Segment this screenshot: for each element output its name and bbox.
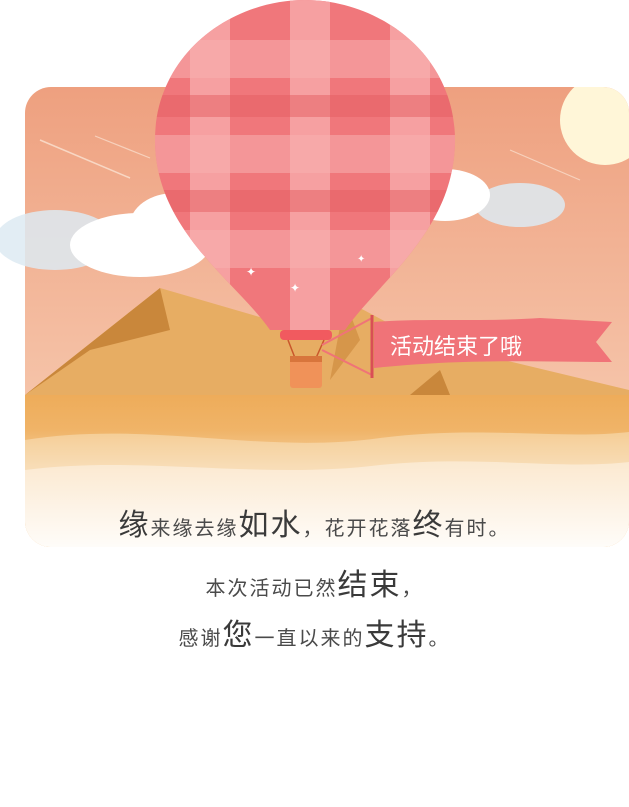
message-segment: ，花开花落 <box>302 516 413 540</box>
message-line-2: 本次活动已然结束， <box>0 560 629 604</box>
message-segment: 缘 <box>118 508 151 543</box>
message-segment: ， <box>401 576 424 600</box>
message-segment: 感谢 <box>178 626 223 650</box>
message-line-1: 缘来缘去缘如水，花开花落终有时。 <box>0 500 629 544</box>
message-segment: 您 <box>222 618 255 653</box>
banner-text: 活动结束了哦 <box>390 335 522 360</box>
message-segment: 。 <box>428 626 451 650</box>
svg-text:✦: ✦ <box>357 254 365 265</box>
message-segment: 本次活动已然 <box>205 576 338 600</box>
message-segment: 来缘去缘 <box>150 516 239 540</box>
message-segment: 支持 <box>364 618 429 653</box>
svg-text:✦: ✦ <box>290 281 300 295</box>
svg-text:✦: ✦ <box>246 265 256 279</box>
message-segment: 有时。 <box>444 516 511 540</box>
message-segment: 一直以来的 <box>254 626 365 650</box>
message-line-3: 感谢您一直以来的支持。 <box>0 610 629 654</box>
message-segment: 如水 <box>238 508 303 543</box>
message-segment: 终 <box>412 508 445 543</box>
message-segment: 结束 <box>337 568 402 603</box>
hot-air-balloon-illustration: ✦ ✦ ✦ 活动结束了哦 <box>0 0 629 547</box>
